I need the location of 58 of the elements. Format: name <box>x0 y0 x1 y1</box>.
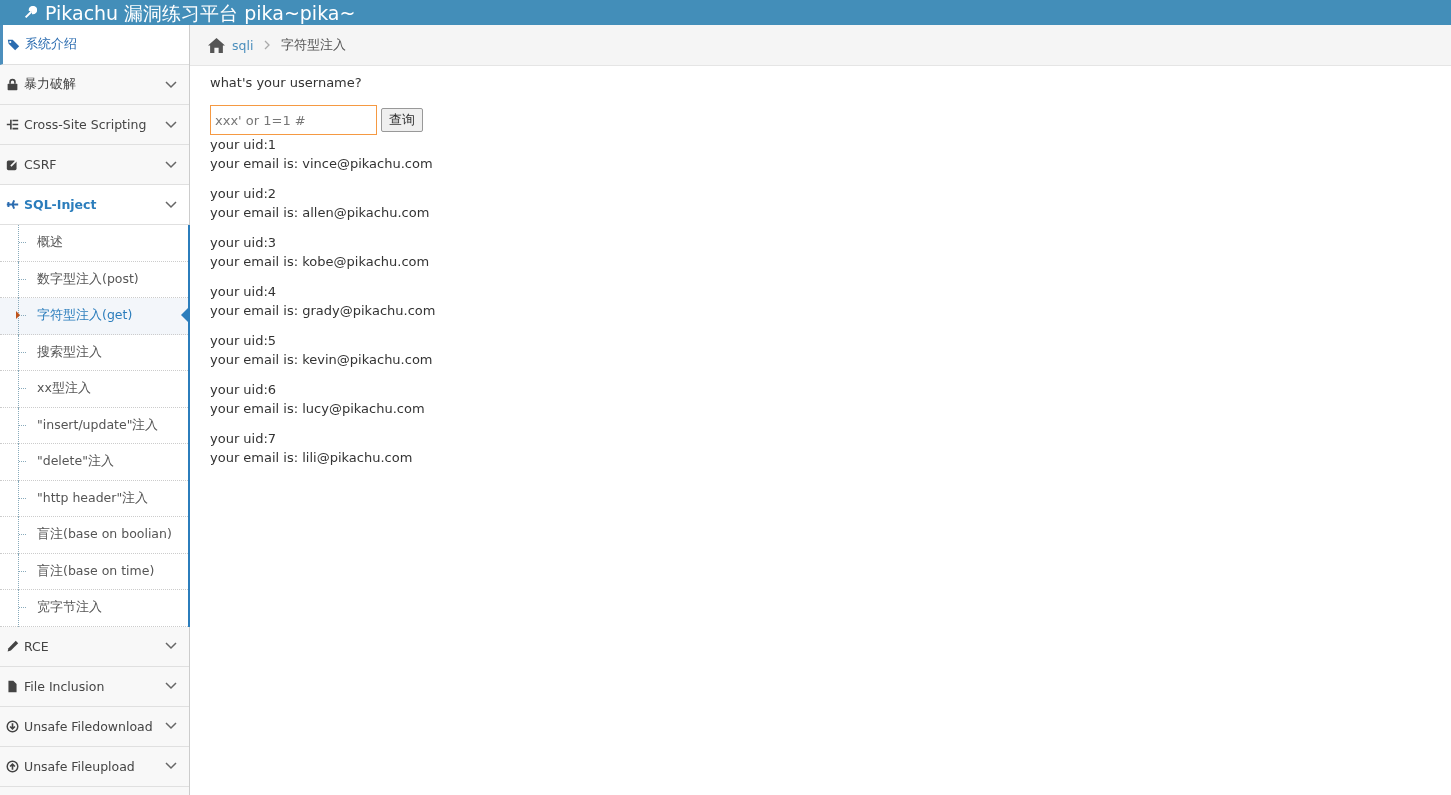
uid-text: your uid:4 <box>210 283 278 301</box>
submenu-item[interactable]: 盲注(base on time) <box>0 553 188 590</box>
chevron-down-icon <box>165 762 177 770</box>
email-text: your email is: lili@pikachu.com <box>210 449 414 467</box>
submenu-item[interactable]: "insert/update"注入 <box>0 407 188 444</box>
uid-text: your uid:7 <box>210 430 278 448</box>
home-icon <box>208 37 225 53</box>
submenu-item[interactable]: 字符型注入(get) <box>0 298 188 335</box>
query-button[interactable]: 查询 <box>381 108 423 132</box>
file-icon <box>6 679 19 693</box>
submenu-item[interactable]: "http header"注入 <box>0 480 188 517</box>
uid-text: your uid:1 <box>210 136 278 154</box>
chevron-down-icon <box>165 160 177 169</box>
sidebar-item[interactable]: 系统介绍 <box>0 25 189 65</box>
chevron-right-icon <box>264 40 271 50</box>
lock-icon <box>6 78 19 91</box>
username-field[interactable]: xxx' or 1=1 # <box>210 105 377 135</box>
sidebar-item[interactable]: File Inclusion <box>0 666 189 707</box>
chevron-down-icon <box>165 200 177 209</box>
sidebar-item[interactable]: Unsafe Filedownload <box>0 706 189 747</box>
email-text: your email is: kobe@pikachu.com <box>210 253 431 271</box>
sidebar-item[interactable]: SQL-Inject <box>0 185 189 225</box>
sidebar-item[interactable]: 暴力破解 <box>0 65 189 105</box>
chevron-down-icon <box>165 80 177 89</box>
uid-text: your uid:2 <box>210 185 278 203</box>
upload-icon <box>6 759 19 773</box>
prompt-text: what's your username? <box>210 74 363 92</box>
email-text: your email is: grady@pikachu.com <box>210 302 437 320</box>
email-text: your email is: vince@pikachu.com <box>210 155 434 173</box>
uid-text: your uid:3 <box>210 234 278 252</box>
chevron-down-icon <box>165 682 177 690</box>
email-text: your email is: lucy@pikachu.com <box>210 400 426 418</box>
sidebar-item[interactable]: Unsafe Fileupload <box>0 746 189 787</box>
submenu-item[interactable]: 搜索型注入 <box>0 334 188 371</box>
sidebar-item[interactable]: Cross-Site Scripting <box>0 105 189 145</box>
tag-icon <box>7 38 20 51</box>
chevron-down-icon <box>165 120 177 129</box>
header-title: Pikachu 漏洞练习平台 pika~pika~ <box>45 1 356 24</box>
submenu-item[interactable]: 盲注(base on boolian) <box>0 517 188 554</box>
uid-text: your uid:5 <box>210 332 278 350</box>
submenu-item[interactable]: 宽字节注入 <box>0 590 188 627</box>
wrench-icon <box>24 6 37 19</box>
sidebar-item[interactable]: RCE <box>0 626 189 667</box>
submenu-item[interactable]: 概述 <box>0 225 188 262</box>
pencil-icon <box>6 639 19 653</box>
chevron-down-icon <box>165 722 177 730</box>
submenu-item[interactable]: xx型注入 <box>0 371 188 408</box>
email-text: your email is: allen@pikachu.com <box>210 204 431 222</box>
submenu-item[interactable]: "delete"注入 <box>0 444 188 481</box>
plane-icon <box>6 198 19 211</box>
chevron-down-icon <box>165 642 177 650</box>
breadcrumb-current: 字符型注入 <box>281 36 347 54</box>
download-icon <box>6 719 19 733</box>
caret-right-icon <box>16 311 20 319</box>
share-icon <box>6 158 19 171</box>
email-text: your email is: kevin@pikachu.com <box>210 351 434 369</box>
uid-text: your uid:6 <box>210 381 278 399</box>
list-icon <box>6 118 19 131</box>
